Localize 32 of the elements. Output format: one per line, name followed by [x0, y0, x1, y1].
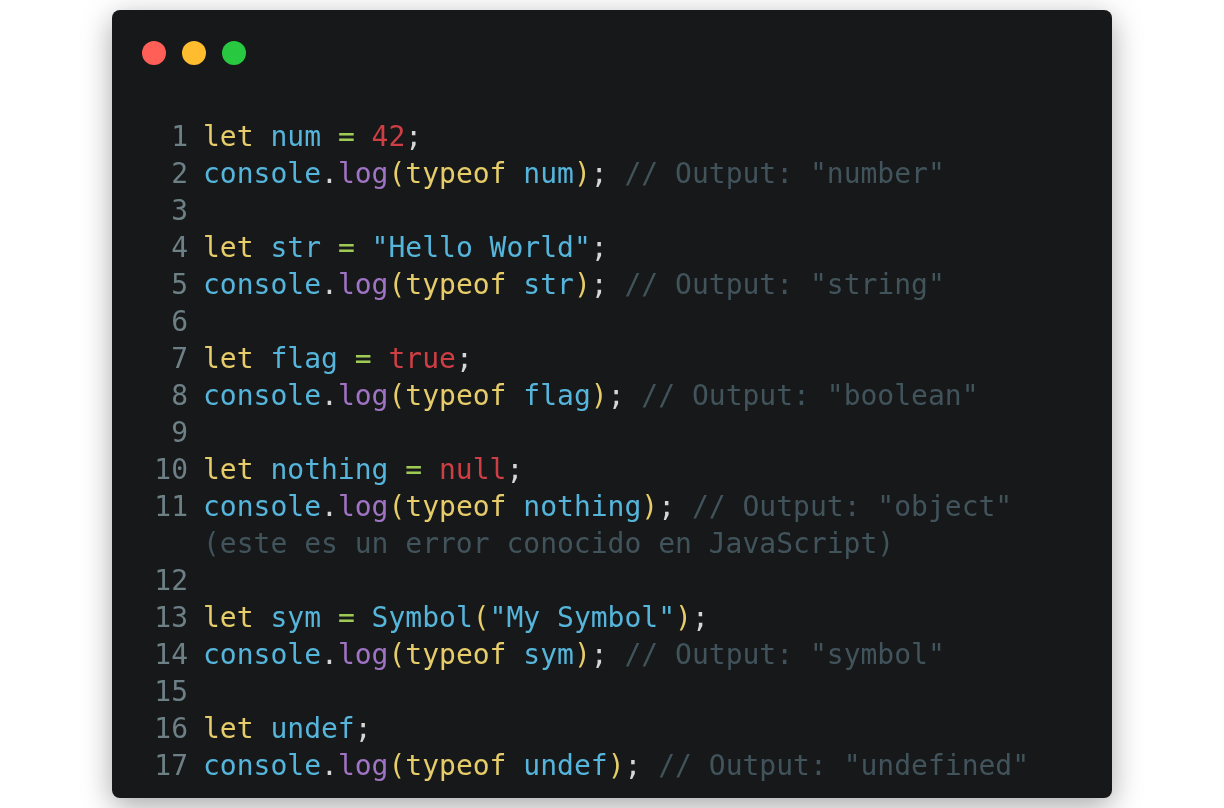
code-line: let num = 42; [203, 119, 424, 155]
code-line: console.log(typeof num); // Output: "number" [203, 156, 946, 192]
line-number: 6 [171, 304, 188, 340]
line-number: 12 [154, 563, 188, 599]
line-number: 13 [154, 600, 188, 636]
line-number: 5 [171, 267, 188, 303]
line-number: 9 [171, 415, 188, 451]
code-line: let undef; [203, 711, 373, 747]
close-button[interactable] [142, 41, 166, 65]
minimize-button[interactable] [182, 41, 206, 65]
code-line: console.log(typeof nothing); // Output: "object" (este es un error conocido en JavaScript) [203, 489, 1014, 562]
line-number: 15 [154, 674, 188, 710]
code-line: console.log(typeof str); // Output: "string" [203, 267, 946, 303]
code-line: console.log(typeof undef); // Output: "undefined" [203, 748, 1031, 784]
line-number: 11 [154, 489, 188, 525]
line-number: 7 [171, 341, 188, 377]
code-line: console.log(typeof flag); // Output: "boolean" [203, 378, 980, 414]
line-number: 2 [171, 156, 188, 192]
code-line: console.log(typeof sym); // Output: "symbol" [203, 637, 946, 673]
line-number: 10 [154, 452, 188, 488]
code-line: let flag = true; [203, 341, 474, 377]
line-number: 17 [154, 748, 188, 784]
code-line: let sym = Symbol("My Symbol"); [203, 600, 710, 636]
maximize-button[interactable] [222, 41, 246, 65]
line-number: 14 [154, 637, 188, 673]
line-number: 8 [171, 378, 188, 414]
line-number: 3 [171, 193, 188, 229]
line-number: 1 [171, 119, 188, 155]
code-line: let str = "Hello World"; [203, 230, 609, 266]
code-line: let nothing = null; [203, 452, 525, 488]
line-number: 16 [154, 711, 188, 747]
line-number: 4 [171, 230, 188, 266]
